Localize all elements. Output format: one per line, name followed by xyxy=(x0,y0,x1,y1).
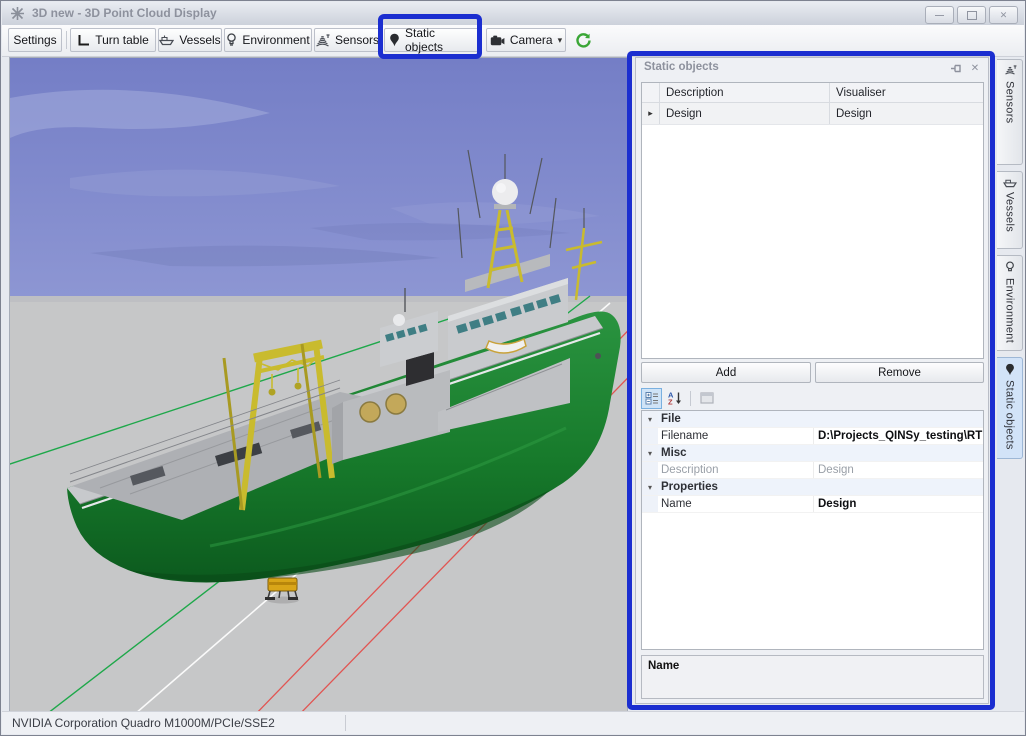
column-header-visualiser[interactable]: Visualiser xyxy=(830,83,983,102)
settings-button[interactable]: Settings xyxy=(8,28,62,52)
camera-button[interactable]: Camera ▾ xyxy=(486,28,566,52)
close-button[interactable]: ✕ xyxy=(989,6,1018,24)
side-tab-static-objects[interactable]: Static objects xyxy=(997,357,1023,459)
table-header: Description Visualiser xyxy=(642,83,983,103)
svg-text:Z: Z xyxy=(668,398,673,406)
sensors-tab-icon xyxy=(1003,65,1017,77)
property-row-description: Description Design xyxy=(642,462,983,479)
maximize-button[interactable] xyxy=(957,6,986,24)
remove-button[interactable]: Remove xyxy=(815,362,984,383)
camera-icon xyxy=(490,35,505,46)
vessels-tab-icon xyxy=(1003,177,1017,188)
cell-visualiser[interactable]: Design xyxy=(830,103,983,124)
property-grid: ▾ File Filename D:\Projects_QINSy_testin… xyxy=(641,410,984,650)
minimize-button[interactable]: — xyxy=(925,6,954,24)
table-row[interactable]: ▸ Design Design xyxy=(642,103,983,125)
3d-viewport[interactable] xyxy=(9,57,628,713)
toolbar-separator xyxy=(66,31,67,49)
column-header-description[interactable]: Description xyxy=(660,83,830,102)
category-row-misc[interactable]: ▾ Misc xyxy=(642,445,983,462)
status-separator xyxy=(345,715,346,731)
alphabetical-sort-button[interactable]: A Z xyxy=(664,388,685,409)
app-window: 3D new - 3D Point Cloud Display — ✕ Sett… xyxy=(0,0,1026,736)
environment-tab-icon xyxy=(1005,261,1015,274)
panel-close-icon[interactable]: ✕ xyxy=(967,62,983,75)
vessels-button[interactable]: Vessels xyxy=(158,28,222,52)
panel-title: Static objects xyxy=(644,61,719,73)
window-title: 3D new - 3D Point Cloud Display xyxy=(32,6,217,20)
camera-dropdown-caret: ▾ xyxy=(558,35,563,46)
property-pages-button[interactable] xyxy=(696,388,717,409)
refresh-button[interactable] xyxy=(570,28,596,52)
gpu-status-text: NVIDIA Corporation Quadro M1000M/PCIe/SS… xyxy=(12,716,275,730)
description-value: Design xyxy=(813,462,983,478)
side-tab-environment[interactable]: Environment xyxy=(997,255,1023,351)
settings-label: Settings xyxy=(13,33,56,47)
property-help-box: Name xyxy=(641,655,984,699)
sensors-icon xyxy=(315,34,330,47)
static-objects-table: Description Visualiser ▸ Design Design xyxy=(641,82,984,359)
filename-value[interactable]: D:\Projects_QINSy_testing\RTK_T xyxy=(813,428,983,444)
vessel-icon xyxy=(159,34,174,46)
side-tab-strip: Sensors Vessels Environment xyxy=(997,57,1025,711)
category-row-file[interactable]: ▾ File xyxy=(642,411,983,428)
property-grid-toolbar: A Z xyxy=(641,388,717,408)
panel-pin-icon[interactable] xyxy=(948,62,964,75)
add-button[interactable]: Add xyxy=(641,362,811,383)
app-icon xyxy=(10,6,25,21)
name-value[interactable]: Design xyxy=(813,496,983,512)
static-objects-tab-icon xyxy=(1005,363,1015,376)
turn-table-icon xyxy=(77,34,90,47)
main-toolbar: Settings Turn table Vessels xyxy=(2,25,1024,57)
pg-toolbar-separator xyxy=(690,391,691,406)
category-chevron-icon[interactable]: ▾ xyxy=(642,411,658,427)
property-row-name[interactable]: Name Design xyxy=(642,496,983,513)
help-title: Name xyxy=(648,660,983,672)
side-tab-sensors[interactable]: Sensors xyxy=(997,59,1023,165)
side-tab-vessels[interactable]: Vessels xyxy=(997,171,1023,249)
static-objects-button[interactable]: Static objects xyxy=(384,28,480,52)
row-selector-arrow: ▸ xyxy=(642,103,660,124)
property-row-filename[interactable]: Filename D:\Projects_QINSy_testing\RTK_T xyxy=(642,428,983,445)
categorized-view-button[interactable] xyxy=(641,388,662,409)
turn-table-button[interactable]: Turn table xyxy=(70,28,156,52)
static-objects-pin-icon xyxy=(389,33,400,47)
category-row-properties[interactable]: ▾ Properties xyxy=(642,479,983,496)
lightbulb-icon xyxy=(226,33,237,47)
refresh-icon xyxy=(575,32,592,49)
cell-description[interactable]: Design xyxy=(660,103,830,124)
static-objects-panel: Static objects ✕ Description Visualiser … xyxy=(635,57,989,704)
environment-button[interactable]: Environment xyxy=(224,28,312,52)
status-bar: NVIDIA Corporation Quadro M1000M/PCIe/SS… xyxy=(2,711,1024,734)
rov-model xyxy=(265,578,299,604)
title-bar: 3D new - 3D Point Cloud Display — ✕ xyxy=(2,2,1024,26)
sensors-button[interactable]: Sensors xyxy=(314,28,380,52)
